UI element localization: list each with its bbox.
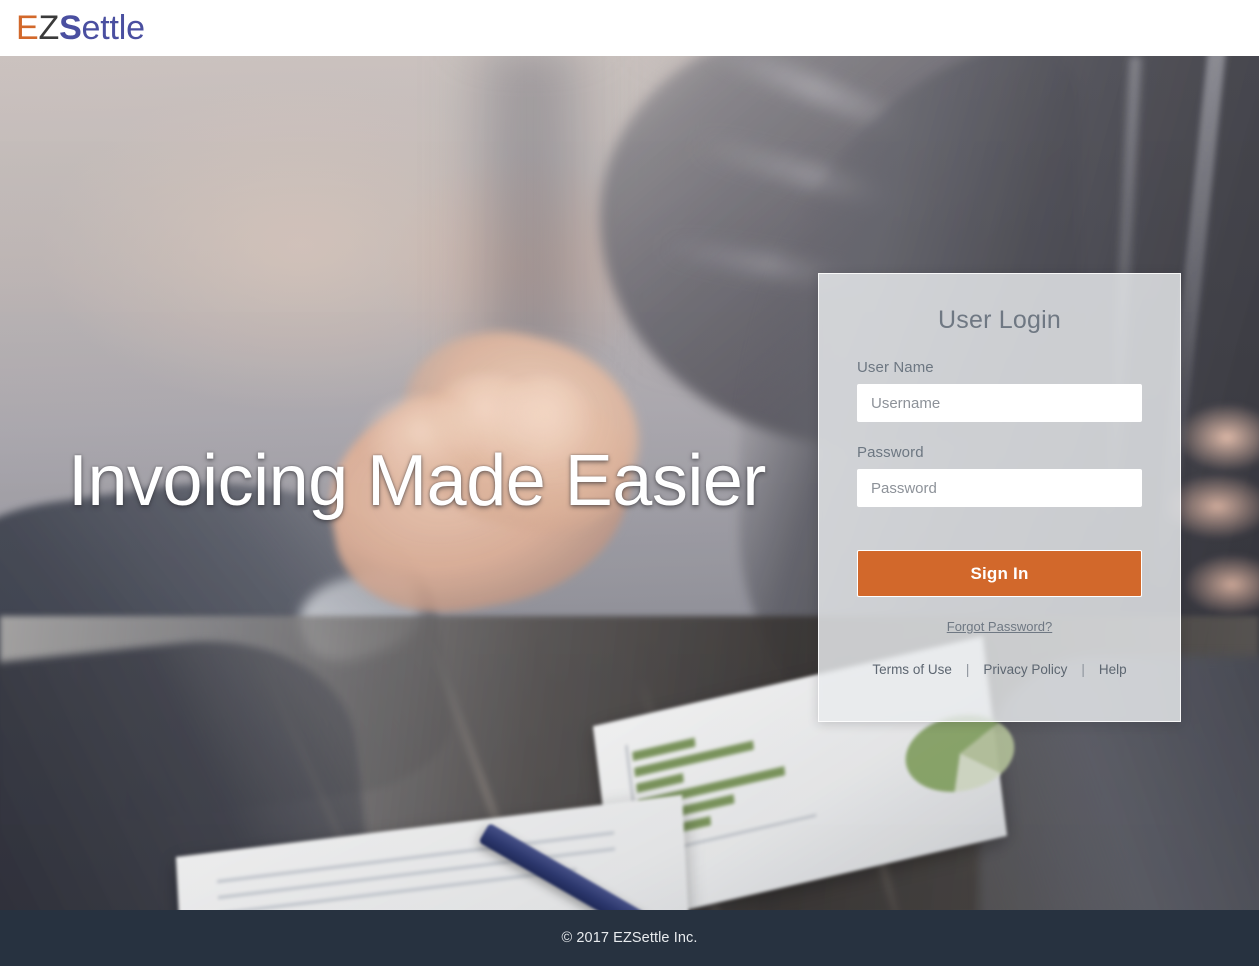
- brand-logo[interactable]: EZSettle: [16, 11, 145, 45]
- site-header: EZSettle: [0, 0, 1259, 56]
- privacy-policy-link[interactable]: Privacy Policy: [983, 662, 1067, 677]
- password-field-group: Password: [857, 444, 1142, 507]
- forgot-password-row: Forgot Password?: [857, 618, 1142, 636]
- logo-text-ettle: ettle: [81, 9, 145, 47]
- username-field-group: User Name: [857, 359, 1142, 422]
- terms-of-use-link[interactable]: Terms of Use: [872, 662, 952, 677]
- login-panel: User Login User Name Password Sign In Fo…: [818, 273, 1181, 722]
- hero-section: Invoicing Made Easier User Login User Na…: [0, 56, 1259, 910]
- site-footer: © 2017 EZSettle Inc.: [0, 910, 1259, 966]
- help-link[interactable]: Help: [1099, 662, 1127, 677]
- logo-letter-e: E: [16, 9, 39, 47]
- username-input[interactable]: [857, 384, 1142, 422]
- password-label: Password: [857, 444, 924, 461]
- logo-letter-z: Z: [38, 9, 60, 47]
- username-label: User Name: [857, 359, 934, 376]
- hero-headline: Invoicing Made Easier: [68, 441, 766, 521]
- link-separator: |: [965, 662, 970, 677]
- password-input[interactable]: [857, 469, 1142, 507]
- sign-in-button[interactable]: Sign In: [857, 550, 1142, 597]
- login-page: EZSettle Invoicing Made Easier User Logi…: [0, 0, 1259, 966]
- link-separator: |: [1081, 662, 1085, 677]
- photo-blur-band-left: [455, 56, 605, 376]
- copyright-text: © 2017 EZSettle Inc.: [561, 930, 698, 946]
- forgot-password-link[interactable]: Forgot Password?: [947, 619, 1053, 634]
- panel-legal-links: Terms of Use | Privacy Policy | Help: [857, 662, 1142, 677]
- logo-letter-s: S: [59, 9, 82, 47]
- login-panel-title: User Login: [938, 306, 1061, 334]
